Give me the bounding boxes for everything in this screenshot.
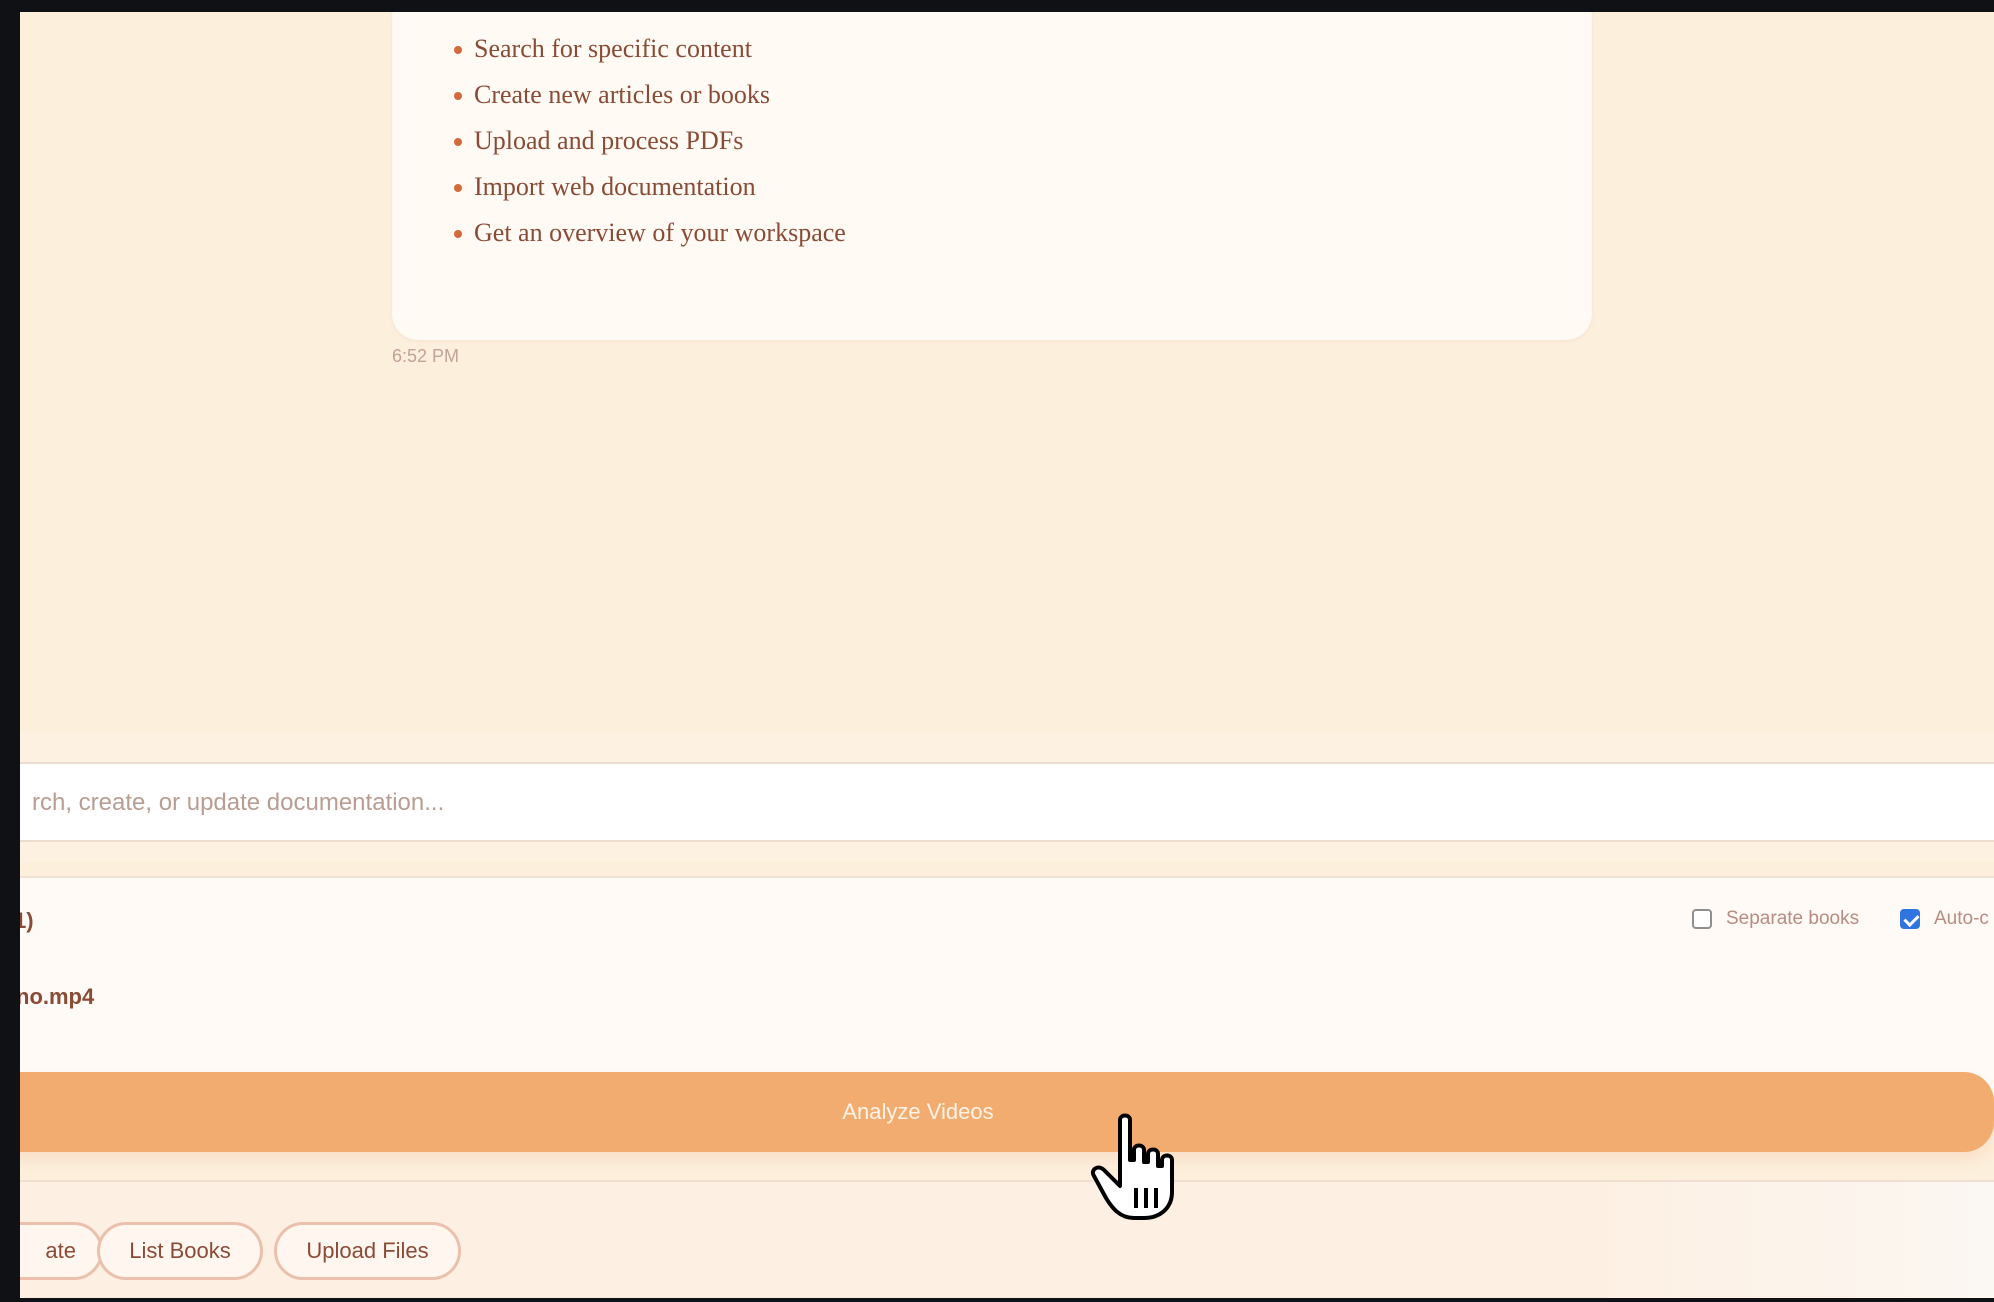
- update-button[interactable]: ate: [20, 1222, 103, 1280]
- analyze-videos-button[interactable]: Analyze Videos: [20, 1072, 1994, 1152]
- chat-viewport: Search for specific content Create new a…: [20, 12, 1994, 1298]
- capability-item: Create new articles or books: [453, 80, 771, 109]
- auto-option[interactable]: Auto-c: [1900, 908, 1989, 930]
- separate-books-option[interactable]: Separate books: [1692, 908, 1859, 930]
- upload-panel: 1) no.mp4 Separate books Auto-c: [20, 876, 1994, 1096]
- files-count-label: 1): [20, 908, 34, 933]
- capability-item: Upload and process PDFs: [453, 126, 744, 155]
- separate-books-label: Separate books: [1726, 908, 1860, 929]
- message-timestamp: 6:52 PM: [392, 346, 460, 366]
- upload-files-button[interactable]: Upload Files: [274, 1222, 461, 1280]
- list-books-button[interactable]: List Books: [97, 1222, 263, 1280]
- capability-item: Import web documentation: [454, 172, 756, 201]
- auto-label: Auto-c: [1934, 908, 1989, 929]
- hand-pointer-icon: [1091, 1113, 1174, 1220]
- analyze-videos-label: Analyze Videos: [842, 1099, 994, 1124]
- chat-input[interactable]: rch, create, or update documentation...: [20, 762, 1994, 842]
- capability-item: Search for specific content: [454, 34, 752, 63]
- file-name: no.mp4: [20, 984, 95, 1009]
- quick-actions-row: ate List Books Upload Files: [20, 1180, 1994, 1298]
- capability-item: Get an overview of your workspace: [454, 218, 846, 247]
- assistant-message-bubble: Search for specific content Create new a…: [392, 12, 1592, 340]
- composer-area: rch, create, or update documentation...: [20, 732, 1994, 862]
- separate-books-checkbox[interactable]: [1692, 909, 1712, 929]
- auto-checkbox[interactable]: [1900, 909, 1920, 929]
